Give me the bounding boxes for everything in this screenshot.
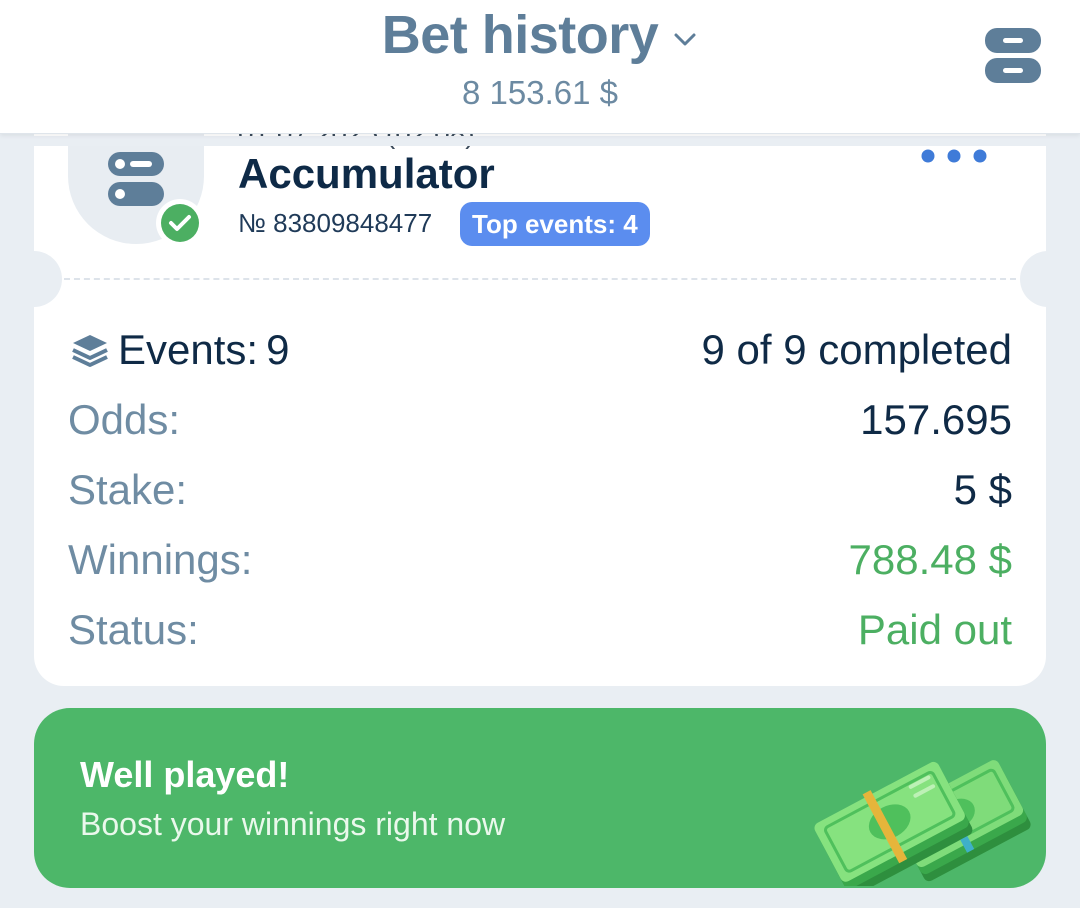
coupon-icon[interactable] xyxy=(984,26,1042,86)
ticket-notch-left xyxy=(6,251,62,307)
bet-history-screen: Bet history 8 153.61 $ 01.07.2025 (02:08… xyxy=(0,0,1080,908)
promo-title: Well played! xyxy=(80,754,290,795)
promo-banner[interactable]: Well played! Boost your winnings right n… xyxy=(34,708,1046,888)
stake-label: Stake: xyxy=(68,466,188,513)
card-top-edge xyxy=(0,136,1080,146)
top-bar: Bet history 8 153.61 $ xyxy=(0,0,1080,134)
layers-icon xyxy=(72,335,108,367)
events-row-label: Events: 9 xyxy=(70,324,289,376)
title-dropdown[interactable]: Bet history xyxy=(0,4,1080,66)
ticket-divider xyxy=(64,278,1016,280)
chevron-down-icon xyxy=(674,33,696,46)
stake-value: 5 $ xyxy=(953,466,1012,513)
winnings-value: 788.48 $ xyxy=(848,536,1013,583)
money-stack-icon xyxy=(814,760,1031,886)
bet-number: № 83809848477 xyxy=(238,208,433,238)
status-label: Status: xyxy=(68,606,199,653)
bet-type: Accumulator xyxy=(238,150,495,197)
account-balance: 8 153.61 $ xyxy=(462,74,618,111)
odds-value: 157.695 xyxy=(860,396,1012,443)
status-value: Paid out xyxy=(857,606,1012,653)
events-label: Events: xyxy=(118,326,259,373)
more-dots-icon[interactable] xyxy=(918,148,990,164)
check-circle-icon xyxy=(156,199,204,247)
ticket-notch-right xyxy=(1020,251,1076,307)
winnings-label: Winnings: xyxy=(68,536,253,583)
events-completed: 9 of 9 completed xyxy=(701,326,1012,373)
odds-label: Odds: xyxy=(68,396,181,443)
promo-subtitle: Boost your winnings right now xyxy=(80,806,506,842)
events-count: 9 xyxy=(266,326,290,373)
page-title: Bet history xyxy=(381,5,659,65)
top-events-badge: Top events: 4 xyxy=(460,202,650,246)
